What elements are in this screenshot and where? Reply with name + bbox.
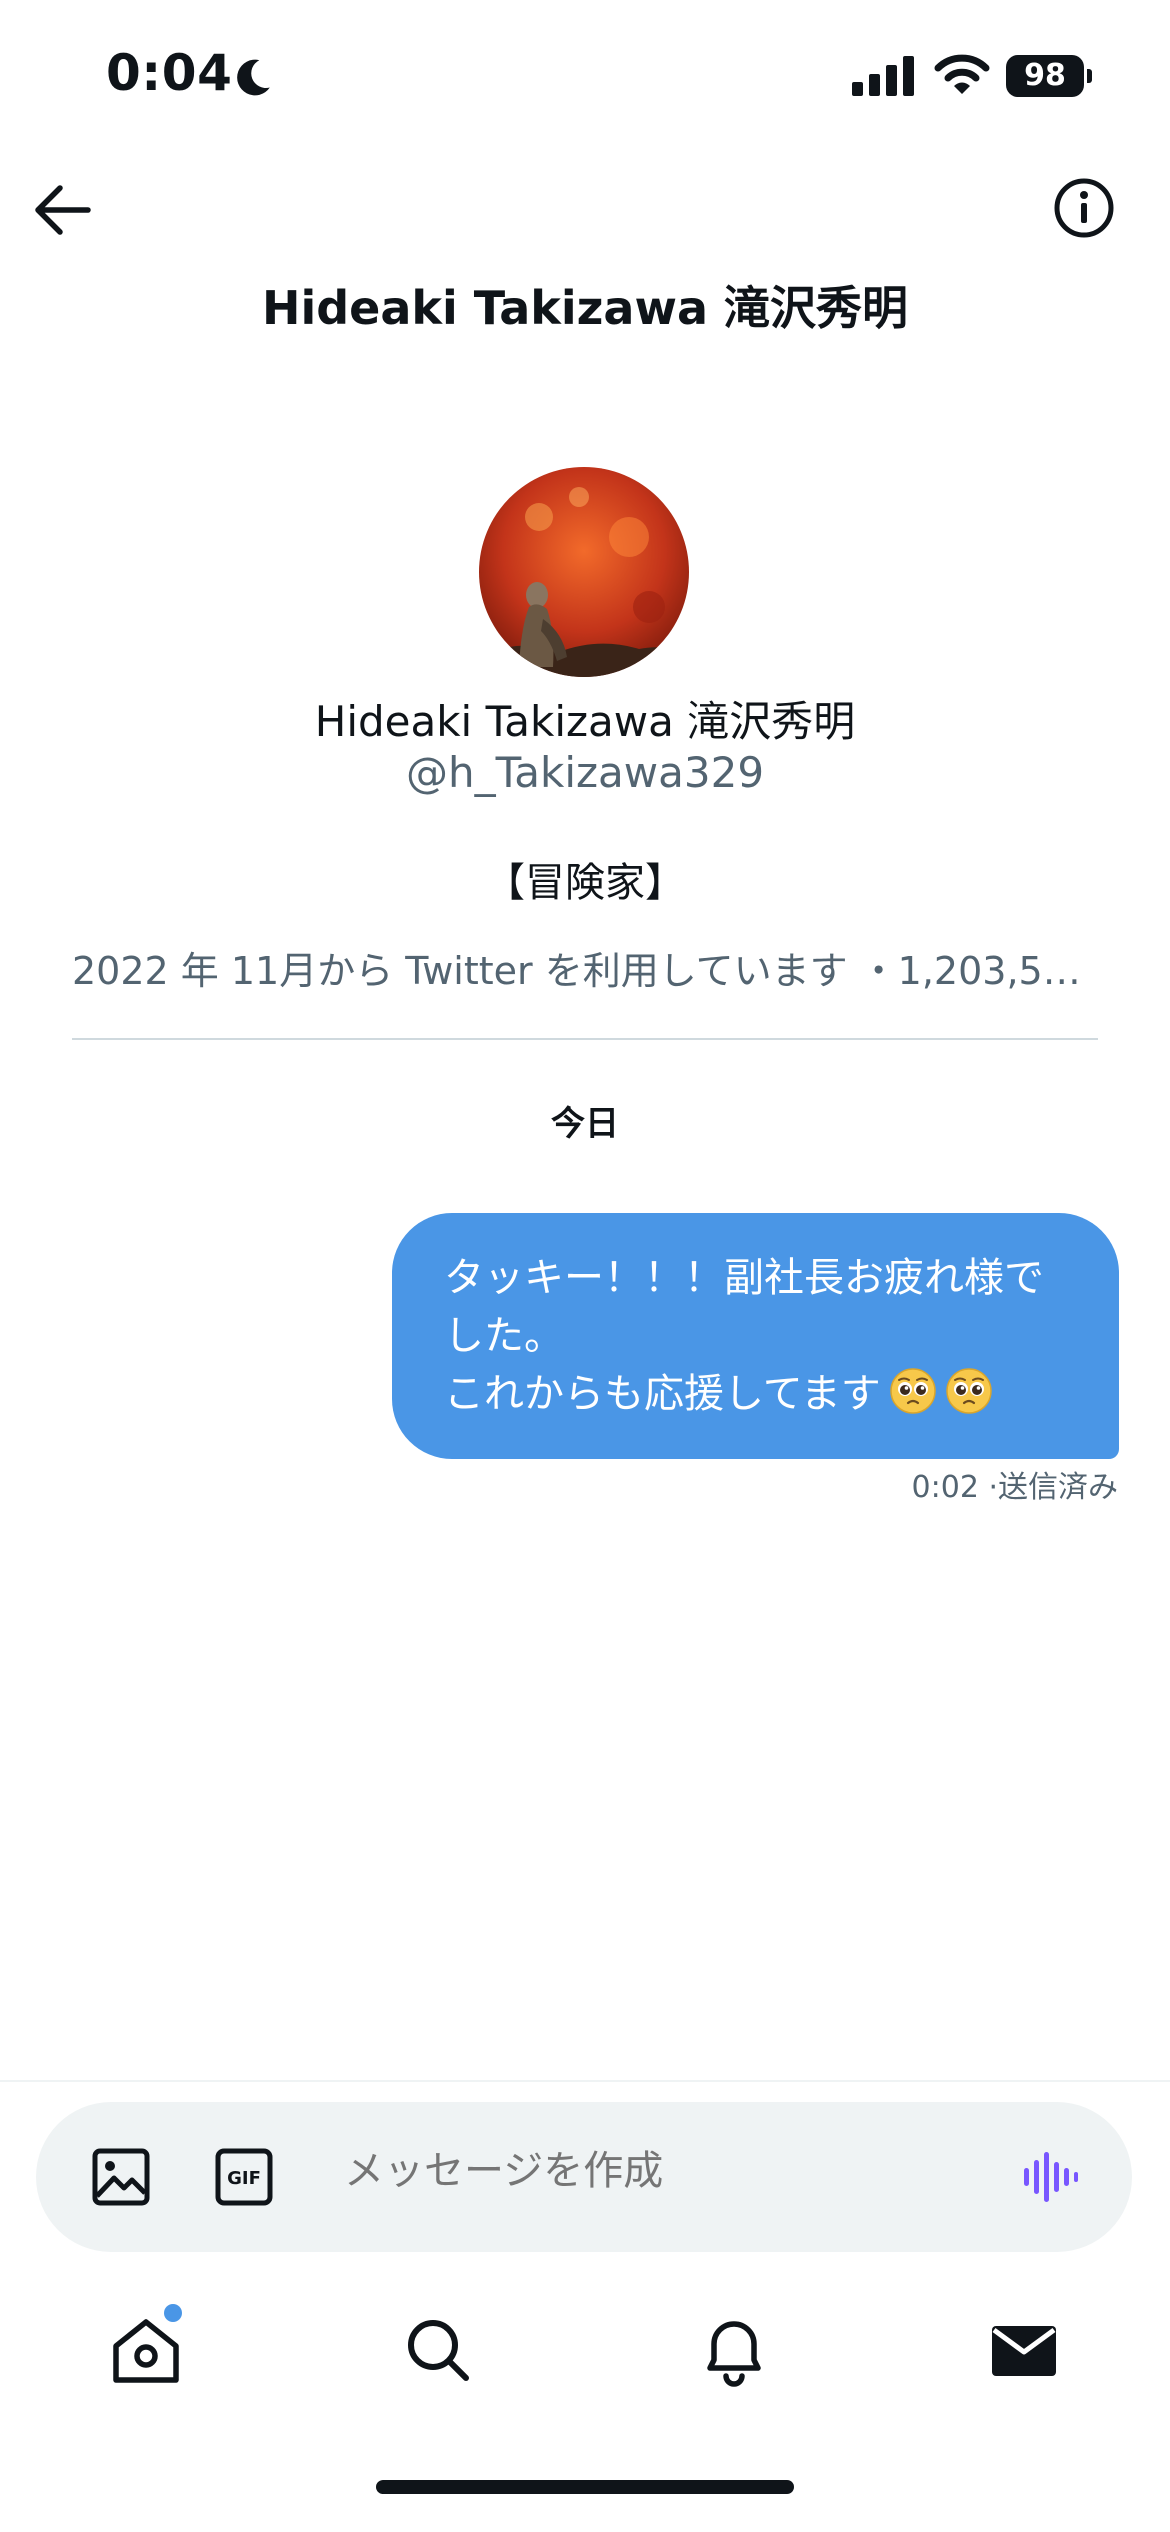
message-composer: GIF — [36, 2102, 1132, 2252]
moon-icon — [237, 59, 270, 96]
svg-text:GIF: GIF — [227, 2168, 261, 2189]
profile-handle: @h_Takizawa329 — [405, 748, 765, 797]
avatar[interactable] — [479, 467, 689, 677]
gif-icon: GIF — [215, 2148, 273, 2206]
status-bar: 0:04 98 — [0, 0, 1170, 150]
wifi-icon — [934, 54, 990, 94]
message-meta: 0:02 ·送信済み — [700, 1462, 1118, 1506]
message-line-with-emoji: これからも応援してます — [444, 1365, 1079, 1423]
image-icon — [92, 2148, 150, 2206]
battery-level: 98 — [1024, 58, 1066, 93]
profile-meta: 2022 年 11月から Twitter を利用しています ・1,203,52.… — [72, 949, 1098, 993]
divider — [72, 1038, 1098, 1040]
conversation-title: Hideaki Takizawa 滝沢秀明 — [261, 281, 909, 335]
message-line: タッキー！！！副社長お疲れ様で — [444, 1255, 1044, 1301]
bell-icon — [707, 2321, 761, 2387]
nav-search[interactable] — [398, 2310, 478, 2390]
composer-divider — [0, 2080, 1170, 2082]
nav-messages[interactable] — [984, 2310, 1064, 2390]
voice-message-button[interactable] — [1018, 2146, 1080, 2208]
message-status: ·送信済み — [988, 1470, 1118, 1505]
message-input[interactable] — [344, 2148, 984, 2194]
image-button[interactable] — [90, 2146, 152, 2208]
status-time: 0:04 — [106, 44, 233, 102]
pleading-face-emoji — [890, 1368, 936, 1414]
profile-bio: 【冒険家】 — [485, 860, 685, 906]
date-label: 今日 — [551, 1104, 619, 1144]
bottom-nav — [0, 2290, 1170, 2420]
pleading-face-emoji — [946, 1368, 992, 1414]
search-icon — [408, 2320, 469, 2381]
message-line: した。 — [444, 1313, 564, 1359]
message-bubble[interactable]: タッキー！！！副社長お疲れ様で した。 これからも応援してます — [392, 1213, 1119, 1459]
info-button[interactable] — [1050, 174, 1118, 242]
nav-notifications[interactable] — [694, 2310, 774, 2390]
nav-home[interactable] — [106, 2304, 186, 2390]
home-icon — [113, 2319, 179, 2383]
battery-tip — [1087, 69, 1092, 83]
gif-button[interactable]: GIF — [213, 2146, 275, 2208]
message-line-text: これからも応援してます — [444, 1371, 881, 1417]
arrow-left-icon — [35, 185, 91, 235]
notification-dot — [164, 2304, 182, 2322]
signal-icon — [852, 56, 914, 96]
profile-name: Hideaki Takizawa 滝沢秀明 — [314, 697, 856, 746]
message-time: 0:02 — [911, 1470, 979, 1505]
avatar-image — [479, 467, 689, 677]
home-indicator — [376, 2480, 794, 2494]
back-button[interactable] — [28, 176, 96, 244]
mail-icon — [992, 2326, 1056, 2376]
info-icon — [1054, 178, 1114, 238]
voice-wave-icon — [1024, 2152, 1078, 2202]
battery-indicator: 98 — [1006, 55, 1092, 97]
